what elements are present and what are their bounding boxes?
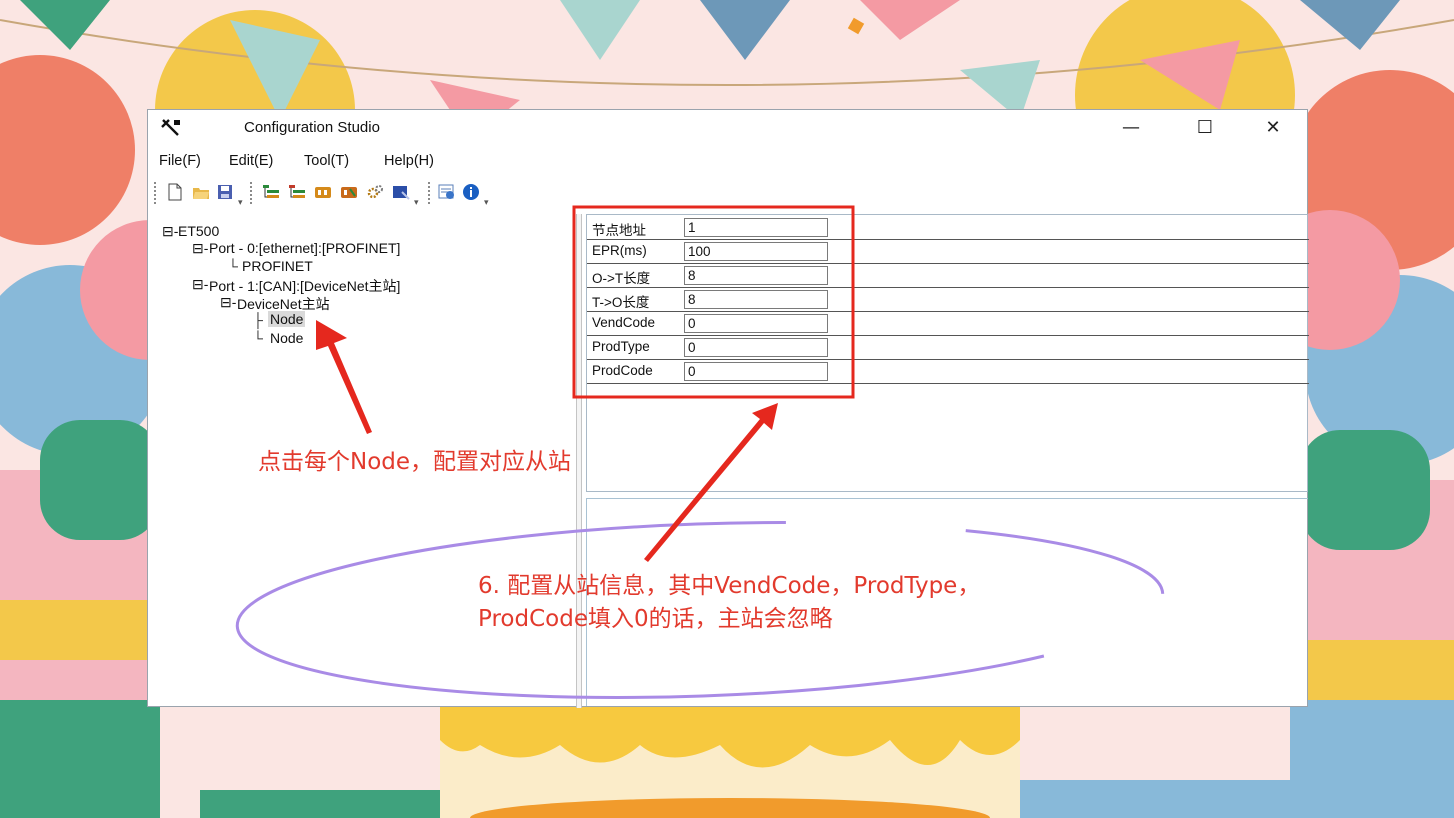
download-icon[interactable] — [392, 183, 410, 201]
new-file-icon[interactable] — [166, 183, 184, 201]
property-label: VendCode — [592, 315, 656, 330]
tree-expander-port1[interactable]: ⊟- — [192, 276, 208, 293]
o-to-t-length-field[interactable]: 8 — [684, 266, 828, 285]
property-row-node-address: 节点地址 1 — [587, 216, 1309, 240]
property-label: EPR(ms) — [592, 243, 647, 258]
tree-node-root[interactable]: ET500 — [178, 223, 219, 239]
property-label: ProdCode — [592, 363, 653, 378]
tree-connector: └ — [228, 258, 238, 274]
property-label: 节点地址 — [592, 223, 646, 238]
annotation-config-line1: 6. 配置从站信息，其中VendCode，ProdType， — [478, 573, 981, 599]
add-module-icon[interactable] — [314, 183, 332, 201]
title-bar: Configuration Studio — ☐ ✕ — [148, 110, 1307, 146]
info-icon[interactable] — [462, 183, 480, 201]
add-port-icon[interactable] — [262, 183, 280, 201]
annotation-click-node: 点击每个Node，配置对应从站 — [258, 449, 572, 475]
toolbar-grip[interactable] — [154, 182, 159, 204]
properties-grid: 节点地址 1 EPR(ms) 100 O->T长度 8 T->O长度 8 Ven… — [586, 214, 1309, 492]
epr-field[interactable]: 100 — [684, 242, 828, 261]
toolbar: ▾ ▾ ▾ — [152, 178, 672, 208]
monitor-icon[interactable] — [438, 183, 456, 201]
prodtype-field[interactable]: 0 — [684, 338, 828, 357]
tree-node-node-2[interactable]: Node — [270, 330, 303, 346]
property-row-o-to-t: O->T长度 8 — [587, 264, 1309, 288]
property-row-vendcode: VendCode 0 — [587, 312, 1309, 336]
property-row-t-to-o: T->O长度 8 — [587, 288, 1309, 312]
tree-connector: ├ — [253, 312, 263, 328]
tree-node-node-1-selected[interactable]: Node — [268, 311, 306, 327]
toolbar-overflow-icon-3[interactable]: ▾ — [484, 198, 489, 208]
menu-tool[interactable]: Tool(T) — [304, 153, 349, 169]
property-row-epr: EPR(ms) 100 — [587, 240, 1309, 264]
open-folder-icon[interactable] — [192, 183, 210, 201]
t-to-o-length-field[interactable]: 8 — [684, 290, 828, 309]
property-label: O->T长度 — [592, 271, 651, 286]
save-icon[interactable] — [216, 183, 234, 201]
toolbar-overflow-icon-2[interactable]: ▾ — [414, 198, 419, 208]
toolbar-grip-2[interactable] — [250, 182, 255, 204]
menu-edit[interactable]: Edit(E) — [229, 153, 273, 169]
toolbar-grip-3[interactable] — [428, 182, 433, 204]
toolbar-overflow-icon[interactable]: ▾ — [238, 198, 243, 208]
tree-expander-port0[interactable]: ⊟- — [192, 240, 208, 257]
tree-node-profinet[interactable]: PROFINET — [242, 258, 313, 274]
tree-expander-root[interactable]: ⊟- — [162, 223, 178, 240]
tree-expander-master[interactable]: ⊟- — [220, 294, 236, 311]
tree-connector: └ — [253, 330, 263, 346]
remove-port-icon[interactable] — [288, 183, 306, 201]
prodcode-field[interactable]: 0 — [684, 362, 828, 381]
tools-icon — [161, 119, 180, 136]
property-row-prodtype: ProdType 0 — [587, 336, 1309, 360]
tree-node-port1[interactable]: Port - 1:[CAN]:[DeviceNet主站] — [209, 276, 400, 296]
annotation-config-line2: ProdCode填入0的话，主站会忽略 — [478, 606, 833, 632]
property-label: T->O长度 — [592, 295, 650, 310]
panel-splitter[interactable] — [576, 214, 582, 708]
node-address-field[interactable]: 1 — [684, 218, 828, 237]
menu-help[interactable]: Help(H) — [384, 153, 434, 169]
remove-module-icon[interactable] — [340, 183, 358, 201]
menu-file[interactable]: File(F) — [159, 153, 201, 169]
property-label: ProdType — [592, 339, 650, 354]
settings-icon[interactable] — [366, 183, 384, 201]
maximize-button[interactable]: ☐ — [1182, 114, 1228, 142]
tree-node-port0[interactable]: Port - 0:[ethernet]:[PROFINET] — [209, 240, 400, 256]
window-title: Configuration Studio — [244, 119, 380, 136]
property-row-prodcode: ProdCode 0 — [587, 360, 1309, 384]
minimize-button[interactable]: — — [1108, 114, 1154, 142]
vendcode-field[interactable]: 0 — [684, 314, 828, 333]
close-button[interactable]: ✕ — [1250, 114, 1296, 142]
